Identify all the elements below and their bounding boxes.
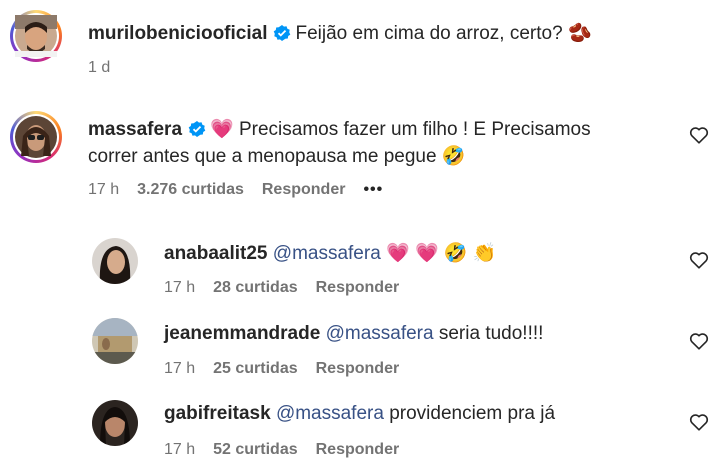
reply-body: jeanemmandrade @massafera seria tudo!!!! (164, 320, 543, 347)
bean-emoji-icon: 🫘 (567, 23, 592, 44)
reply-username[interactable]: gabifreitask (164, 403, 271, 424)
reply-time: 17 h (164, 441, 196, 458)
verified-badge-icon (274, 25, 291, 41)
reply-likes[interactable]: 52 curtidas (213, 441, 297, 458)
reply-avatar[interactable] (92, 238, 138, 284)
pink-heart-emoji-icon: 💗 (210, 119, 234, 140)
verified-badge-icon (188, 121, 206, 137)
post-caption-text: Feijão em cima do arroz, certo? (295, 23, 563, 44)
reply-body: gabifreitask @massafera providenciem pra… (164, 400, 555, 427)
comment-username[interactable]: massafera (88, 119, 182, 140)
comment-body: massafera 💗 Precisamos fazer um filho ! E… (88, 116, 648, 170)
reply-avatar-image (92, 400, 138, 446)
comment-text-line1: Precisamos fazer um filho ! E Precisamos (238, 119, 591, 140)
comment-reply-button[interactable]: Responder (262, 181, 346, 198)
reply-username[interactable]: anabaalit25 (164, 243, 268, 264)
reply-respond-button[interactable]: Responder (316, 441, 400, 458)
reply-text: seria tudo!!!! (438, 323, 544, 344)
reply-respond-button[interactable]: Responder (316, 360, 400, 377)
comment-text-line2: correr antes que a menopausa me pegue (88, 146, 437, 167)
post-username[interactable]: murilobeniciooficial (88, 23, 267, 44)
comment-like-heart-icon[interactable] (689, 126, 709, 144)
post-time: 1 d (88, 59, 111, 76)
comment-time: 17 h (88, 181, 120, 198)
reply-mention[interactable]: @massafera (276, 403, 384, 424)
reply-like-heart-icon[interactable] (689, 251, 709, 269)
laughing-emoji-icon: 🤣 (441, 146, 466, 167)
reply-username[interactable]: jeanemmandrade (164, 323, 320, 344)
comment-avatar[interactable] (10, 111, 62, 163)
reply-likes[interactable]: 25 curtidas (213, 360, 297, 377)
reply-avatar-image (92, 318, 138, 364)
post-caption-row: murilobeniciooficial Feijão em cima do ar… (88, 20, 592, 47)
reply-meta: 17 h 28 curtidas Responder (164, 279, 417, 297)
reply-text: providenciem pra já (389, 403, 556, 424)
reply-meta: 17 h 25 curtidas Responder (164, 360, 417, 378)
reply-avatar[interactable] (92, 318, 138, 364)
reply-avatar[interactable] (92, 400, 138, 446)
reply-emojis: 💗 💗 🤣 👏 (386, 243, 497, 264)
reply-avatar-image (92, 238, 138, 284)
comment-meta: 17 h 3.276 curtidas Responder ••• (88, 181, 401, 199)
reply-time: 17 h (164, 279, 196, 296)
reply-respond-button[interactable]: Responder (316, 279, 400, 296)
reply-like-heart-icon[interactable] (689, 413, 709, 431)
post-avatar-image (15, 15, 57, 57)
comment-likes[interactable]: 3.276 curtidas (137, 181, 244, 198)
reply-mention[interactable]: @massafera (326, 323, 434, 344)
comment-avatar-image (15, 116, 57, 158)
reply-likes[interactable]: 28 curtidas (213, 279, 297, 296)
reply-mention[interactable]: @massafera (273, 243, 381, 264)
post-avatar[interactable] (10, 10, 62, 62)
reply-body: anabaalit25 @massafera 💗 💗 🤣 👏 (164, 240, 497, 267)
reply-meta: 17 h 52 curtidas Responder (164, 441, 417, 459)
reply-like-heart-icon[interactable] (689, 332, 709, 350)
reply-time: 17 h (164, 360, 196, 377)
more-options-icon[interactable]: ••• (363, 181, 383, 198)
